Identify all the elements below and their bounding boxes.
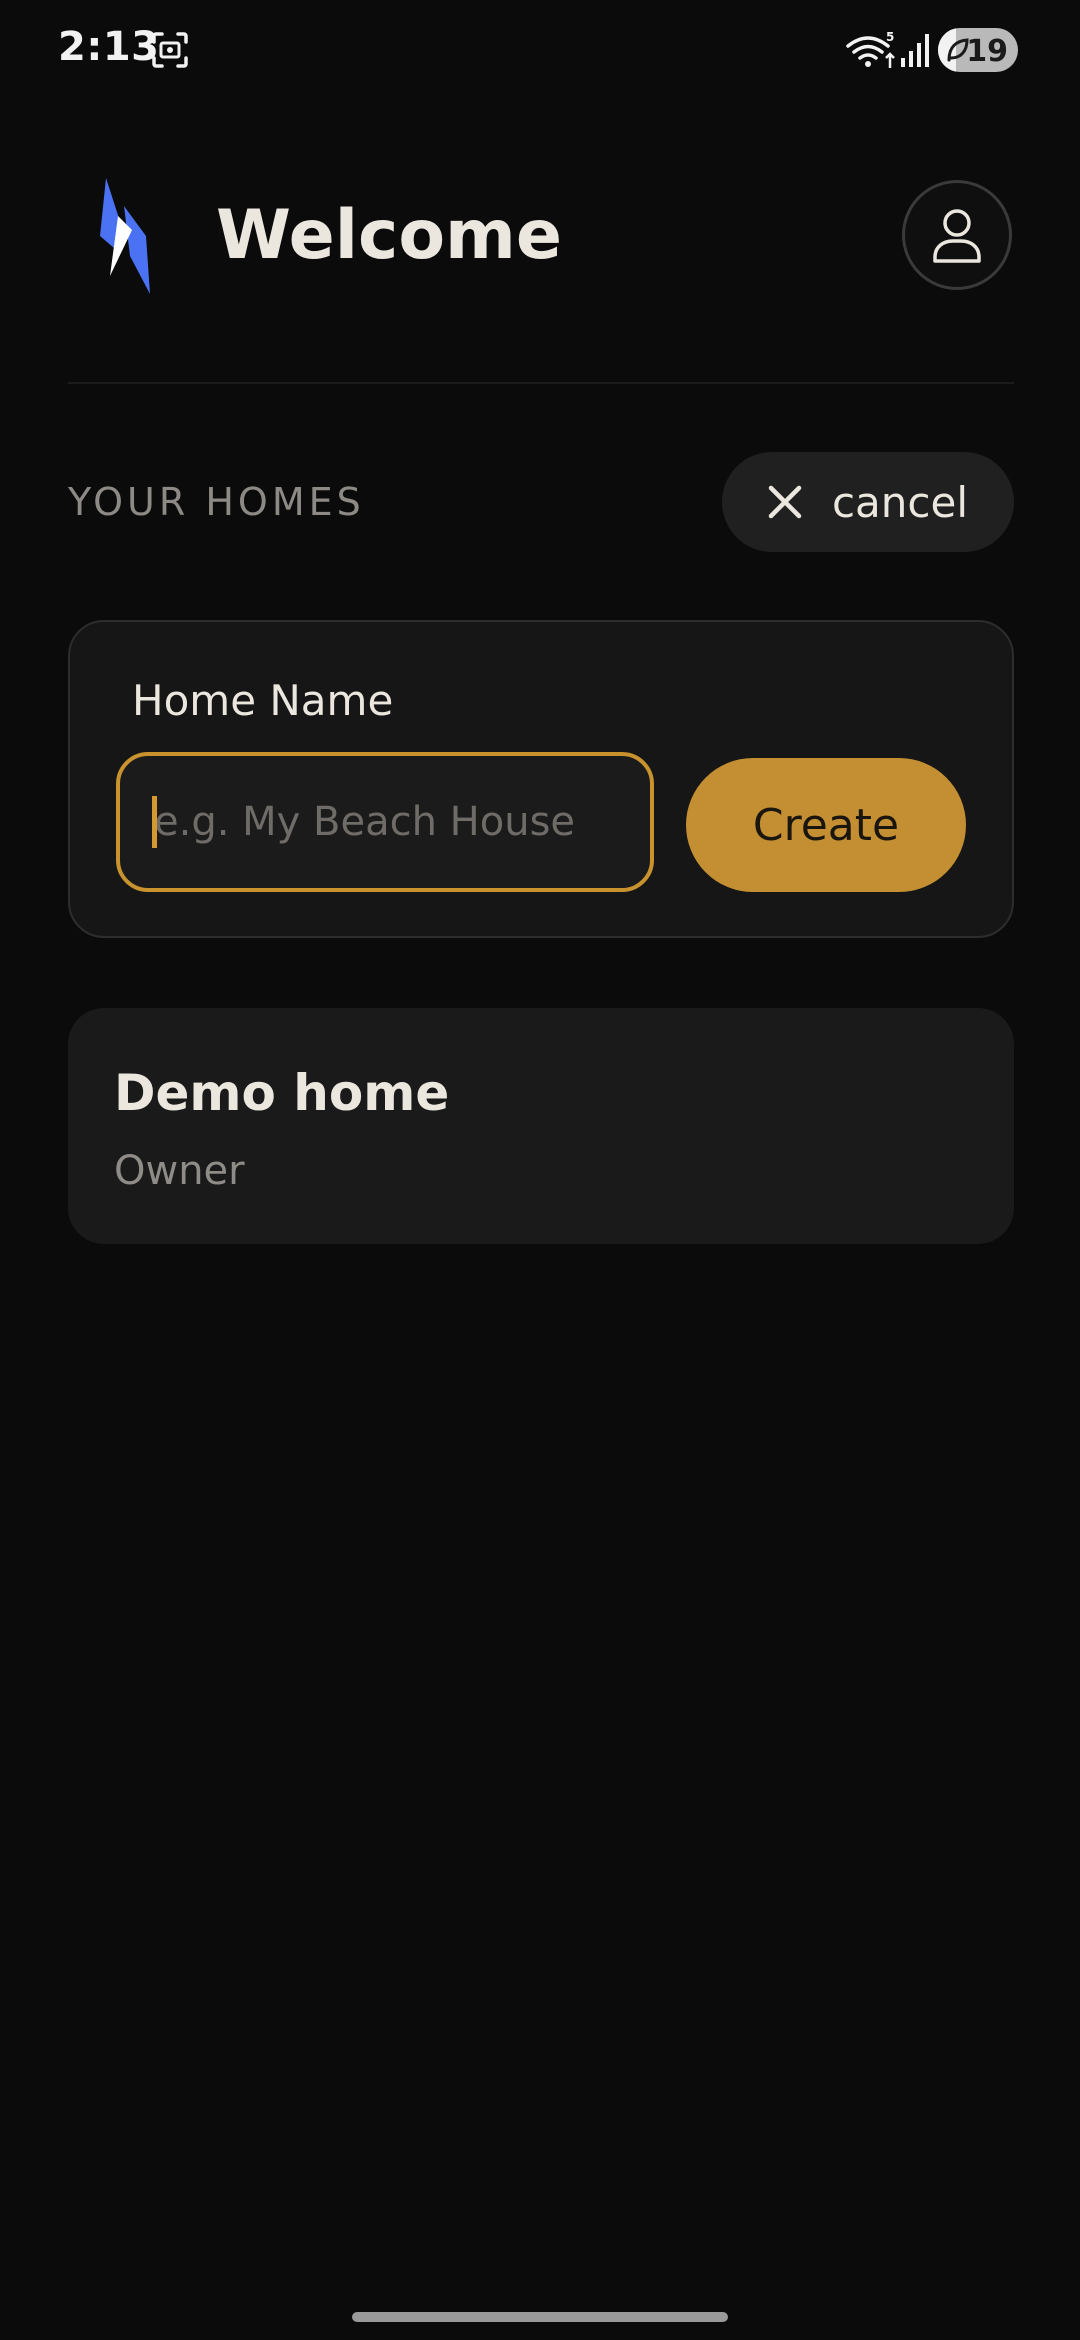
profile-button[interactable] bbox=[902, 180, 1012, 290]
svg-text:5: 5 bbox=[886, 30, 894, 44]
home-role: Owner bbox=[114, 1148, 245, 1194]
gesture-bar[interactable] bbox=[352, 2312, 728, 2322]
battery-indicator: 19 bbox=[938, 28, 1018, 72]
cancel-label: cancel bbox=[831, 477, 969, 527]
section-title: YOUR HOMES bbox=[68, 480, 365, 524]
battery-level: 19 bbox=[966, 34, 1008, 69]
screenshot-icon bbox=[152, 32, 188, 68]
header-divider bbox=[68, 382, 1014, 384]
person-icon bbox=[933, 209, 981, 263]
lightning-bolt-icon bbox=[100, 178, 150, 294]
create-button[interactable]: Create bbox=[686, 758, 966, 892]
home-name: Demo home bbox=[114, 1064, 450, 1122]
home-name-label: Home Name bbox=[132, 676, 394, 725]
close-icon bbox=[768, 485, 802, 519]
text-cursor bbox=[152, 796, 157, 848]
wifi-icon: 5 bbox=[846, 30, 895, 68]
cancel-button[interactable]: cancel bbox=[722, 452, 1014, 552]
home-card[interactable] bbox=[68, 1008, 1014, 1244]
page-title: Welcome bbox=[216, 196, 563, 275]
signal-icon bbox=[901, 34, 929, 67]
status-time: 2:13 bbox=[58, 24, 160, 70]
home-name-input[interactable] bbox=[116, 752, 654, 892]
